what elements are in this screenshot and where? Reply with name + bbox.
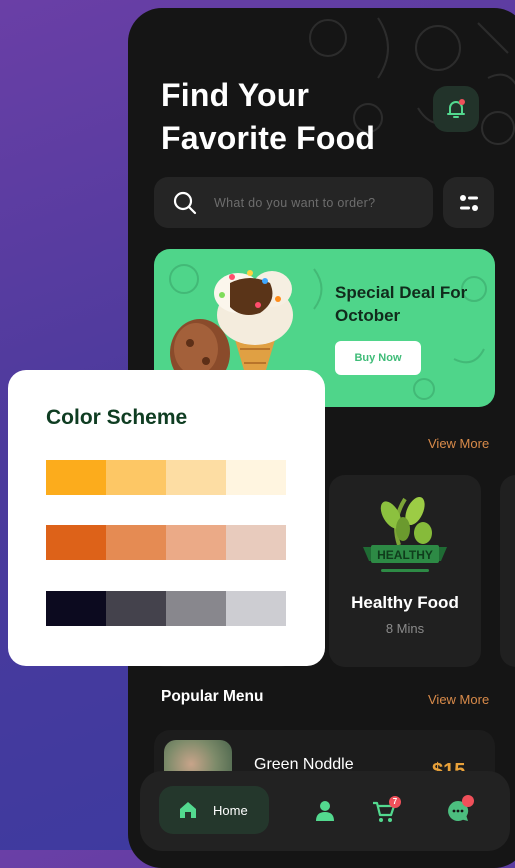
buy-now-button[interactable]: Buy Now: [335, 341, 421, 375]
color-scheme-card: Color Scheme: [8, 370, 325, 666]
swatch: [106, 591, 166, 626]
swatch: [166, 525, 226, 560]
view-more-link-popular[interactable]: View More: [428, 692, 489, 707]
bell-icon: [447, 99, 465, 118]
filter-icon: [459, 194, 478, 211]
view-more-link-nearest[interactable]: View More: [428, 436, 489, 451]
promo-title: Special Deal For October: [335, 283, 468, 325]
swatch-row-dark: [46, 591, 286, 626]
search-input[interactable]: What do you want to order?: [214, 196, 375, 210]
swatch: [226, 460, 286, 495]
healthy-logo-text: HEALTHY: [377, 548, 433, 562]
swatch: [106, 525, 166, 560]
search-icon: [173, 191, 197, 214]
popular-menu-title: Popular Menu: [161, 688, 264, 705]
restaurant-card-healthy[interactable]: HEALTHY Healthy Food 8 Mins: [329, 475, 481, 667]
restaurant-card-3[interactable]: [500, 475, 515, 667]
profile-icon[interactable]: [314, 799, 336, 823]
restaurant-time: 8 Mins: [385, 621, 425, 636]
notification-button[interactable]: [433, 86, 479, 132]
nav-home[interactable]: Home: [159, 786, 269, 834]
healthy-logo: HEALTHY: [363, 496, 447, 572]
swatch: [166, 591, 226, 626]
swatch: [46, 591, 106, 626]
filter-button[interactable]: [443, 177, 494, 228]
swatch: [106, 460, 166, 495]
swatch: [46, 460, 106, 495]
cart-badge: 7: [389, 796, 401, 808]
home-icon: [180, 802, 196, 818]
page-title: Find Your Favorite Food: [161, 77, 376, 156]
nav-home-label: Home: [213, 802, 248, 818]
swatch-row-yellow: [46, 460, 286, 495]
color-scheme-title: Color Scheme: [46, 406, 188, 429]
swatch: [166, 460, 226, 495]
swatch: [226, 591, 286, 626]
chat-badge: [462, 795, 474, 807]
restaurant-name: Healthy Food: [351, 593, 459, 612]
bottom-nav: Home 7: [140, 771, 510, 851]
search-bar[interactable]: What do you want to order?: [154, 177, 433, 228]
swatch: [226, 525, 286, 560]
swatch-row-orange: [46, 525, 286, 560]
swatch: [46, 525, 106, 560]
